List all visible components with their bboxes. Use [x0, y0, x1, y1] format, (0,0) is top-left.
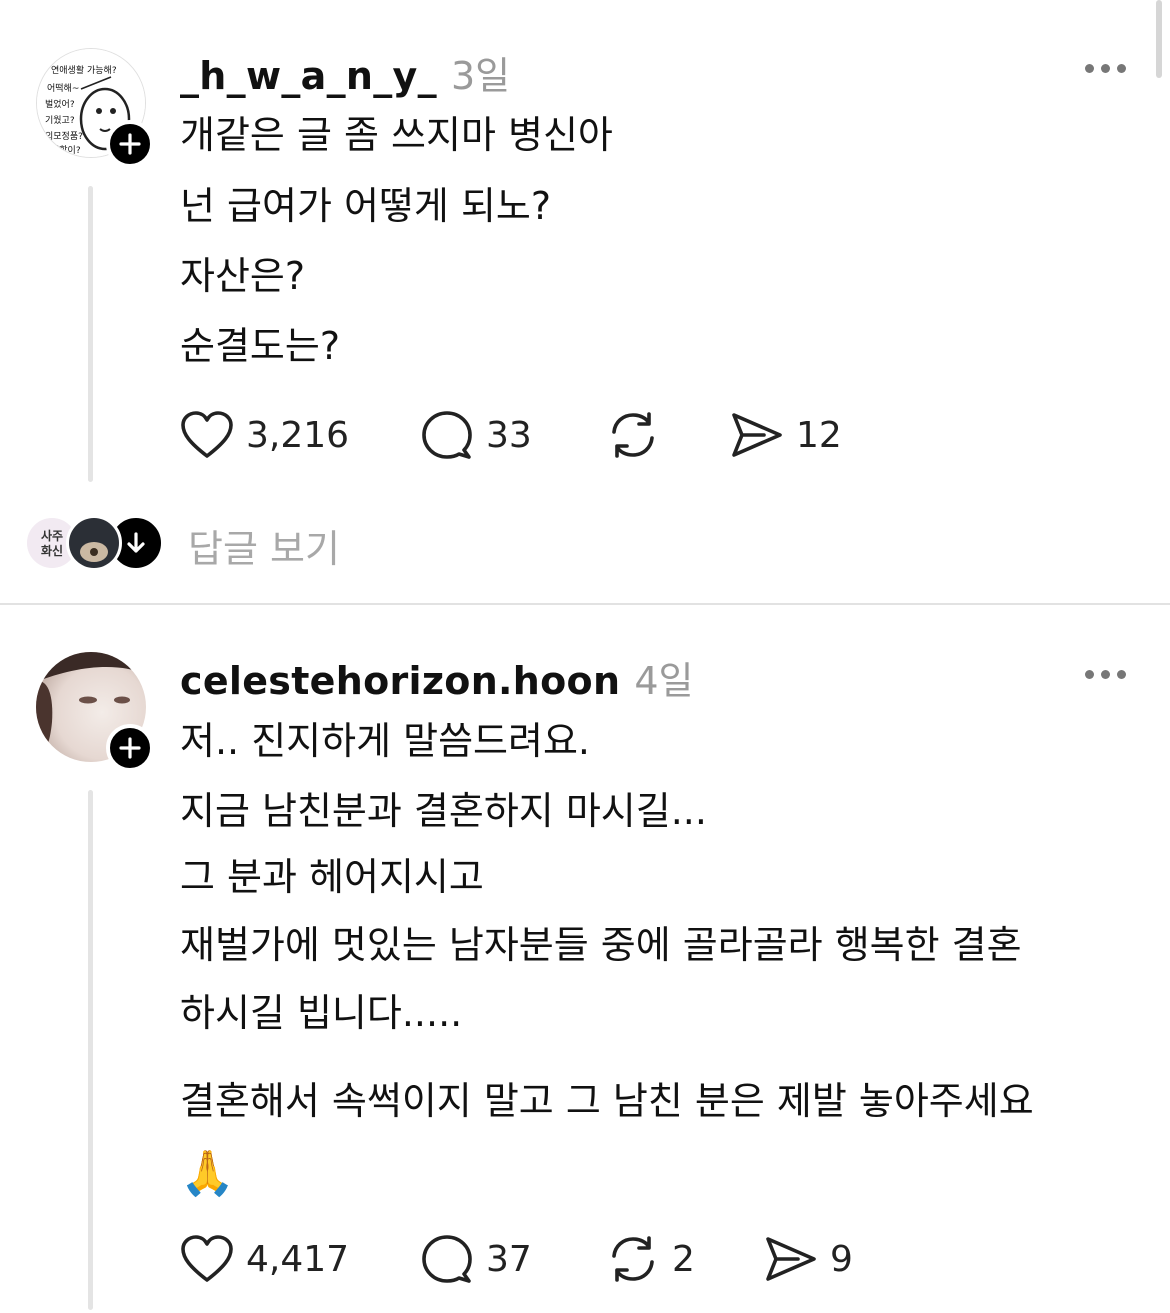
- username[interactable]: celestehorizon.hoon: [180, 659, 620, 703]
- thread-line: [88, 790, 93, 1310]
- plus-icon: [119, 737, 141, 759]
- follow-button[interactable]: [106, 724, 154, 772]
- action-bar: 4,417 37 2 9: [180, 1234, 853, 1284]
- emoji-praying-hands: 🙏: [180, 1148, 235, 1199]
- like-button[interactable]: 4,417: [180, 1234, 420, 1284]
- post-line: 저.. 진지하게 말씀드려요.: [180, 719, 590, 763]
- comment-icon: [422, 1235, 472, 1283]
- heart-icon: [181, 1235, 233, 1282]
- post-2: celestehorizon.hoon 4일 저.. 진지하게 말씀드려요. 지…: [0, 0, 1170, 1313]
- comment-count: 37: [486, 1238, 532, 1280]
- comment-button[interactable]: 37: [420, 1234, 606, 1284]
- like-count: 4,417: [246, 1238, 350, 1280]
- post-2-avatar-wrap[interactable]: [36, 652, 154, 772]
- repost-icon: [612, 1236, 654, 1282]
- post-line: 지금 남친분과 결혼하지 마시길...: [180, 789, 707, 833]
- repost-count: 2: [672, 1238, 695, 1280]
- post-line: 그 분과 헤어지시고: [180, 855, 484, 899]
- repost-button[interactable]: 2: [606, 1234, 764, 1284]
- share-icon: [766, 1237, 816, 1281]
- share-button[interactable]: 9: [764, 1234, 853, 1284]
- post-header: celestehorizon.hoon 4일: [180, 650, 693, 705]
- share-count: 9: [830, 1238, 853, 1280]
- more-icon[interactable]: [1085, 670, 1126, 679]
- post-line: 재벌가에 멋있는 남자분들 중에 골라골라 행복한 결혼: [180, 923, 1022, 967]
- timestamp: 4일: [634, 659, 694, 703]
- post-line: 결혼해서 속썩이지 말고 그 남친 분은 제발 놓아주세요: [180, 1079, 1034, 1123]
- post-line: 하시길 빕니다.....: [180, 991, 463, 1035]
